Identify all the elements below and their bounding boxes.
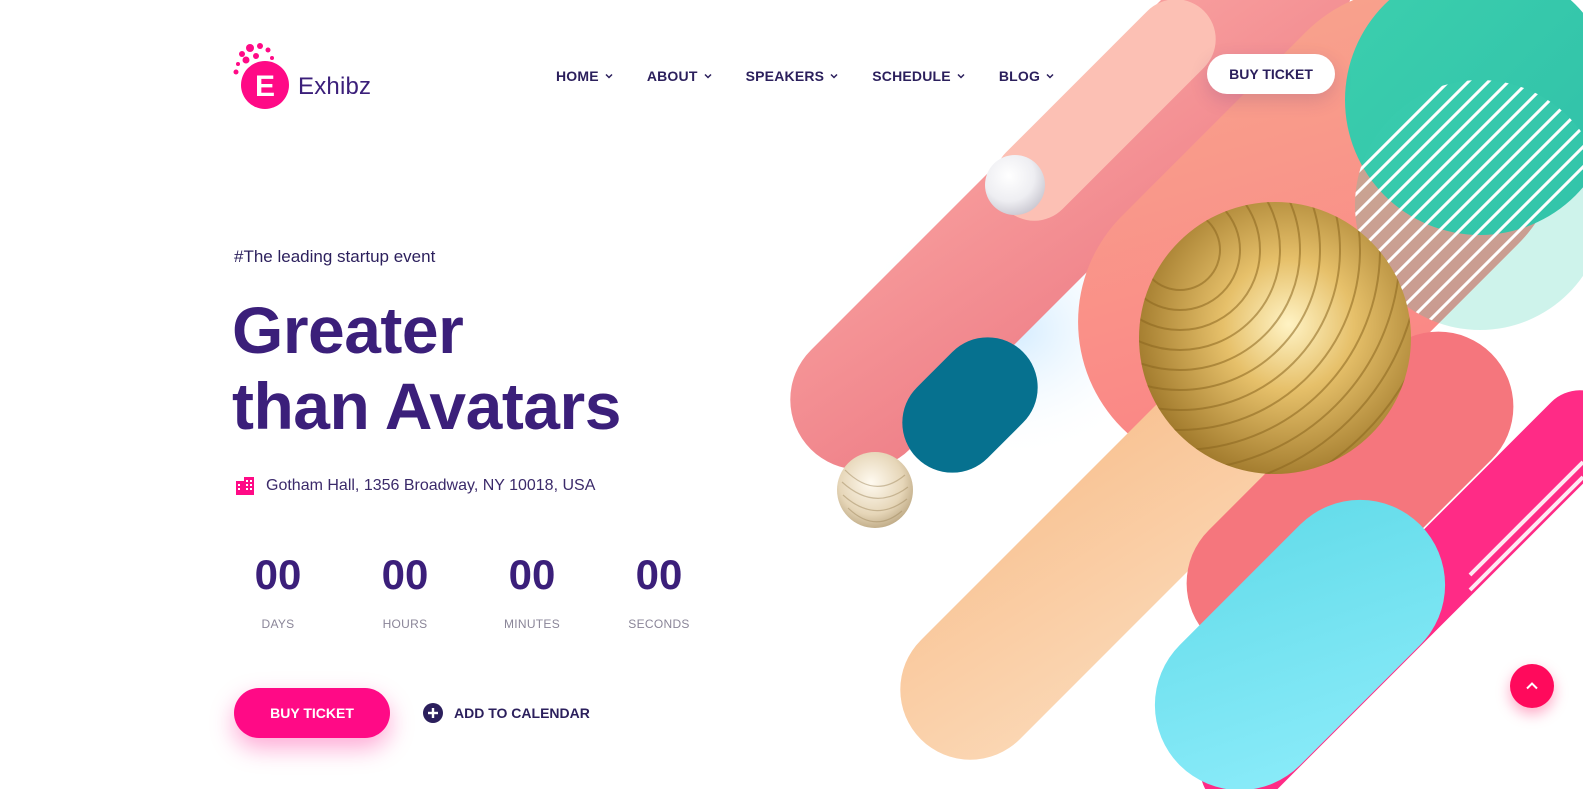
add-to-calendar-link[interactable]: ADD TO CALENDAR	[422, 702, 590, 724]
add-to-calendar-label: ADD TO CALENDAR	[454, 705, 590, 721]
brand-name: Exhibz	[298, 73, 372, 100]
countdown-seconds-value: 00	[635, 551, 683, 598]
nav-item-blog[interactable]: BLOG	[999, 68, 1055, 84]
countdown-hours-label: HOURS	[382, 617, 428, 631]
countdown-days-label: DAYS	[261, 617, 295, 631]
countdown-seconds-label: SECONDS	[628, 617, 690, 631]
hero-actions: BUY TICKET ADD TO CALENDAR	[234, 688, 590, 738]
venue-address: Gotham Hall, 1356 Broadway, NY 10018, US…	[266, 477, 596, 494]
countdown-timer: 00 DAYS 00 HOURS 00 MINUTES 00 SECONDS	[236, 550, 744, 631]
hero-tagline: #The leading startup event	[234, 247, 436, 266]
nav-label: ABOUT	[646, 68, 698, 84]
chevron-down-icon	[605, 73, 613, 79]
main-navigation: HOME ABOUT SPEAKERS SCHEDULE BLOG	[556, 68, 1088, 84]
nav-item-speakers[interactable]: SPEAKERS	[746, 68, 840, 84]
buy-ticket-button[interactable]: BUY TICKET	[234, 688, 390, 738]
scroll-to-top-button[interactable]	[1510, 664, 1554, 708]
countdown-hours: 00 HOURS	[363, 550, 490, 631]
hero-title: Greater than Avatars	[232, 292, 621, 444]
countdown-minutes-value: 00	[508, 551, 556, 598]
hero-title-line-1: Greater	[232, 293, 464, 367]
plus-circle-icon	[423, 703, 443, 723]
chevron-down-icon	[957, 73, 965, 79]
countdown-seconds: 00 SECONDS	[617, 550, 744, 631]
nav-label: SPEAKERS	[745, 68, 825, 84]
nav-item-schedule[interactable]: SCHEDULE	[872, 68, 966, 84]
logo-letter: E	[255, 70, 275, 103]
building-icon	[236, 477, 254, 495]
brand-logo[interactable]: E Exhibz	[232, 38, 392, 110]
countdown-days: 00 DAYS	[236, 550, 363, 631]
hero-title-line-2: than Avatars	[232, 369, 621, 443]
countdown-days-value: 00	[254, 551, 302, 598]
nav-label: HOME	[556, 68, 599, 84]
chevron-down-icon	[830, 73, 838, 79]
chevron-down-icon	[704, 73, 712, 79]
nav-item-home[interactable]: HOME	[556, 68, 614, 84]
countdown-minutes: 00 MINUTES	[490, 550, 617, 631]
nav-label: BLOG	[998, 68, 1041, 84]
nav-item-about[interactable]: ABOUT	[647, 68, 713, 84]
countdown-hours-value: 00	[381, 551, 429, 598]
venue-info: Gotham Hall, 1356 Broadway, NY 10018, US…	[234, 475, 595, 497]
nav-label: SCHEDULE	[872, 68, 951, 84]
header-buy-ticket-button[interactable]: BUY TICKET	[1207, 54, 1335, 94]
chevron-down-icon	[1046, 73, 1054, 79]
countdown-minutes-label: MINUTES	[503, 617, 561, 631]
exhibz-logo-icon: E	[233, 43, 289, 109]
chevron-up-icon	[1526, 682, 1538, 690]
